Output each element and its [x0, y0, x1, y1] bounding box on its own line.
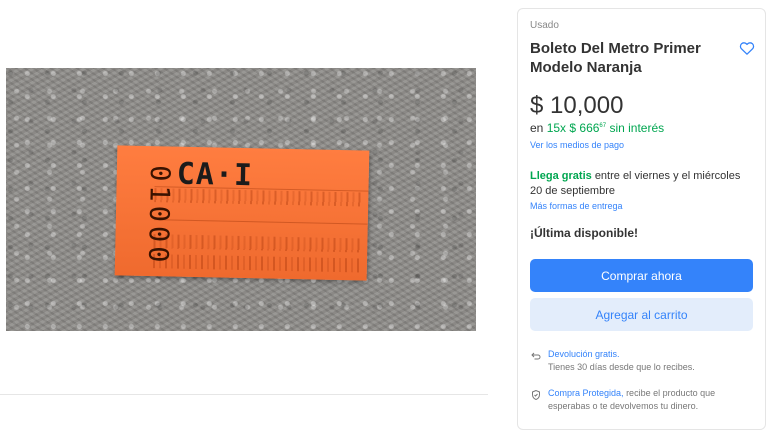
product-photo[interactable]: CA·I 01000 — [6, 68, 476, 331]
ticket-pattern — [153, 234, 362, 253]
protected-purchase-text: Compra Protegida, recibe el producto que… — [548, 387, 755, 413]
ticket-serial-text: 01000 — [142, 164, 176, 267]
ticket-code-text: CA·I — [176, 156, 254, 194]
product-gallery: CA·I 01000 — [0, 0, 505, 416]
shield-check-icon — [530, 387, 548, 413]
return-policy: Devolución gratis. Tienes 30 días desde … — [530, 348, 755, 374]
buy-now-button[interactable]: Comprar ahora — [530, 259, 753, 292]
installments-suffix: sin interés — [609, 121, 665, 135]
buy-box: Usado Boleto Del Metro Primer Modelo Nar… — [517, 8, 766, 430]
favorite-button[interactable] — [737, 38, 757, 58]
payment-methods-link[interactable]: Ver los medios de pago — [530, 140, 624, 150]
return-policy-detail: Tienes 30 días desde que lo recibes. — [548, 362, 695, 372]
installments-amount[interactable]: 15x $ 66667 sin interés — [547, 121, 664, 135]
add-to-cart-button[interactable]: Agregar al carrito — [530, 298, 753, 331]
condition-label: Usado — [530, 20, 559, 31]
divider — [0, 394, 488, 395]
protected-purchase: Compra Protegida, recibe el producto que… — [530, 387, 755, 413]
orange-ticket-image: CA·I 01000 — [114, 145, 370, 281]
free-shipping-label: Llega gratis — [530, 170, 592, 182]
shipping-info: Llega gratis entre el viernes y el miérc… — [530, 169, 755, 199]
return-policy-text: Devolución gratis. Tienes 30 días desde … — [548, 348, 695, 374]
product-title: Boleto Del Metro Primer Modelo Naranja — [530, 40, 701, 76]
delivery-options-link[interactable]: Más formas de entrega — [530, 201, 623, 211]
protected-purchase-link[interactable]: Compra Protegida, — [548, 388, 624, 398]
heart-icon — [739, 42, 755, 55]
installments-prefix: en — [530, 121, 544, 135]
installments-link: 15x $ 666 — [546, 121, 600, 135]
return-icon — [530, 348, 548, 374]
price: $ 10,000 — [530, 92, 624, 119]
free-return-link[interactable]: Devolución gratis. — [548, 349, 620, 359]
ticket-pattern — [152, 254, 362, 273]
stock-status: ¡Última disponible! — [530, 226, 638, 240]
installments-cents: 67 — [599, 123, 607, 129]
installments: en 15x $ 66667 sin interés — [530, 121, 664, 135]
